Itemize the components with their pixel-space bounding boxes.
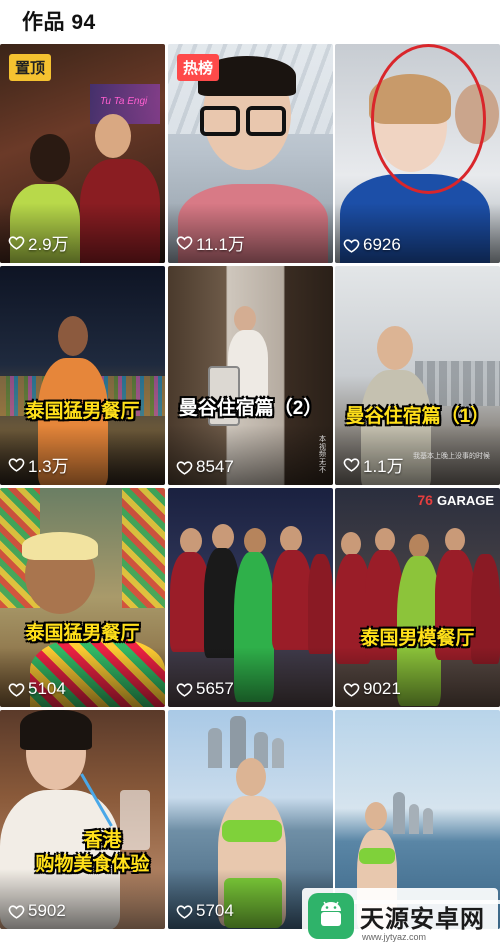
likes-value: 5104: [28, 679, 66, 698]
video-tile[interactable]: 泰国猛男餐厅 1.3万: [0, 266, 165, 485]
likes-count: 11.1万: [176, 230, 245, 255]
likes-count: 8547: [176, 457, 234, 477]
likes-count: 6926: [343, 235, 401, 255]
likes-value: 11.1万: [196, 235, 245, 254]
likes-value: 9021: [363, 679, 401, 698]
watermark-url: www.jytyaz.com: [362, 932, 427, 942]
video-caption: 泰国猛男餐厅: [25, 401, 140, 422]
video-caption-line1: 香港: [83, 830, 122, 851]
video-caption: 曼谷住宿篇（2）: [178, 398, 323, 419]
video-caption-line2: 购物美食体验: [35, 854, 150, 875]
heart-icon: [176, 904, 193, 919]
video-tile[interactable]: 热榜 11.1万: [168, 44, 333, 263]
video-tile[interactable]: Tu Ta Engi 置顶 2.9万: [0, 44, 165, 263]
likes-count: 2.9万: [8, 230, 69, 255]
heart-icon: [343, 238, 360, 253]
likes-count: 5104: [8, 679, 66, 699]
pinned-badge: 置顶: [9, 54, 52, 81]
video-tile[interactable]: 香港 购物美食体验 5902: [0, 710, 165, 929]
video-caption: 曼谷住宿篇（1）: [345, 406, 490, 427]
garage-sign: 76 GARAGE: [417, 492, 494, 508]
watermark-name: 天源安卓网: [360, 905, 485, 933]
side-text: 本视频无不: [319, 436, 326, 474]
heart-icon: [176, 460, 193, 475]
video-subtitle: 我基本上晚上没事的时候: [413, 453, 490, 460]
video-caption: 泰国男模餐厅: [360, 628, 475, 649]
likes-count: 5657: [176, 679, 234, 699]
android-logo-icon: [308, 893, 354, 939]
heart-icon: [8, 458, 25, 472]
page-header: 作品 94: [0, 0, 500, 40]
video-caption: 泰国猛男餐厅: [25, 623, 140, 644]
video-tile[interactable]: 曼谷住宿篇（2） 本视频无不 8547: [168, 266, 333, 485]
site-watermark: 天源安卓网 www.jytyaz.com: [302, 888, 498, 944]
heart-icon: [176, 682, 193, 697]
heart-icon: [176, 236, 193, 250]
likes-value: 1.1万: [363, 457, 404, 476]
neon-sign: Tu Ta Engi: [100, 96, 148, 107]
video-tile[interactable]: 6926: [335, 44, 500, 263]
likes-value: 1.3万: [28, 457, 69, 476]
heart-icon: [8, 682, 25, 697]
likes-count: 9021: [343, 679, 401, 699]
likes-value: 5657: [196, 679, 234, 698]
heart-icon: [8, 236, 25, 250]
trending-badge: 热榜: [177, 54, 220, 81]
likes-value: 5902: [28, 901, 66, 920]
video-tile[interactable]: 泰国猛男餐厅 5104: [0, 488, 165, 707]
likes-value: 8547: [196, 457, 234, 476]
works-count-title: 作品 94: [22, 11, 96, 34]
video-tile[interactable]: 曼谷住宿篇（1） 我基本上晚上没事的时候 1.1万: [335, 266, 500, 485]
video-tile[interactable]: 5657: [168, 488, 333, 707]
heart-icon: [343, 458, 360, 472]
video-tile[interactable]: 76 GARAGE 泰国男模餐厅 9021: [335, 488, 500, 707]
likes-count: 1.3万: [8, 452, 69, 477]
likes-count: 5704: [176, 901, 234, 921]
likes-value: 6926: [363, 235, 401, 254]
likes-count: 5902: [8, 901, 66, 921]
highlight-circle: [371, 44, 486, 194]
heart-icon: [343, 682, 360, 697]
heart-icon: [8, 904, 25, 919]
likes-value: 2.9万: [28, 235, 69, 254]
likes-count: 1.1万: [343, 452, 404, 477]
likes-value: 5704: [196, 901, 234, 920]
